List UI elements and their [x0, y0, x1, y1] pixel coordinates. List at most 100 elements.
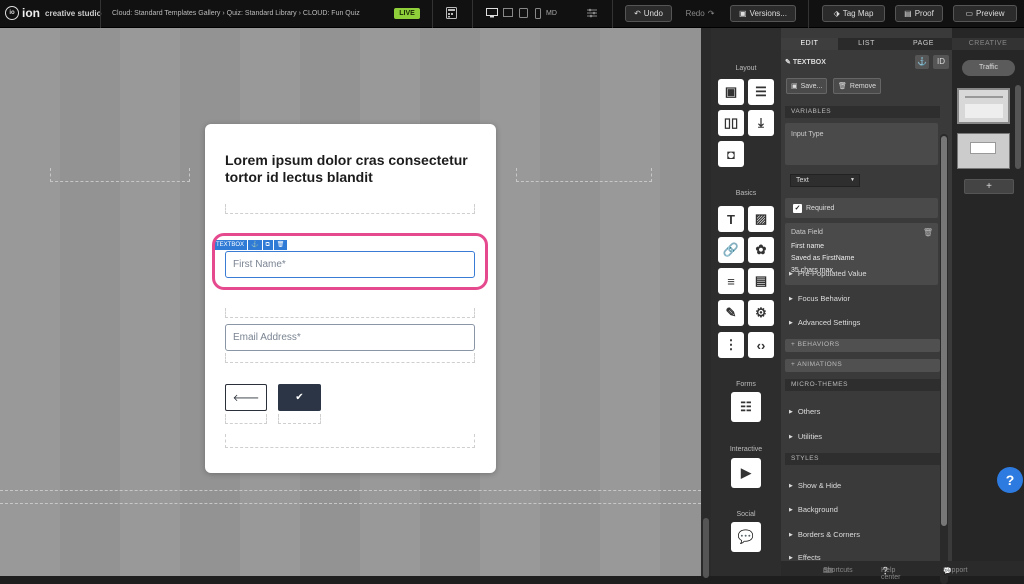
image-icon[interactable]: ▨: [748, 206, 774, 232]
micro-themes-others-row[interactable]: Others: [789, 407, 821, 416]
behaviors-button[interactable]: + BEHAVIORS: [785, 339, 940, 352]
drop-zone[interactable]: [225, 414, 267, 424]
traffic-button[interactable]: Traffic: [962, 60, 1015, 76]
properties-scrollbar[interactable]: [940, 134, 948, 584]
shapes-icon[interactable]: ✿: [748, 237, 774, 263]
desktop-icon[interactable]: [486, 8, 498, 20]
layout-download-icon[interactable]: ⤓: [748, 110, 774, 136]
breadcrumb[interactable]: Cloud: Standard Templates Gallery › Quiz…: [112, 10, 360, 17]
submit-button[interactable]: ✔: [278, 384, 321, 411]
divider: [100, 0, 101, 28]
top-bar: io ion creative studio Cloud: Standard T…: [0, 0, 1024, 28]
support-label: Support: [943, 567, 968, 574]
drop-zone-right[interactable]: [516, 168, 652, 182]
required-checkbox[interactable]: ✓: [793, 204, 802, 213]
animations-button[interactable]: + ANIMATIONS: [785, 359, 940, 372]
micro-themes-header[interactable]: MICRO-THEMES: [785, 379, 940, 391]
creative-header[interactable]: CREATIVE: [952, 38, 1024, 50]
data-field-saved-as: Saved as FirstName: [791, 255, 855, 262]
sliders-icon[interactable]: [587, 8, 597, 20]
advanced-settings-row[interactable]: Advanced Settings: [789, 318, 861, 327]
show-hide-row[interactable]: Show & Hide: [789, 481, 841, 490]
anchor-icon: ⚓: [917, 57, 927, 66]
micro-themes-utilities-row[interactable]: Utilities: [789, 432, 822, 441]
app-logo[interactable]: io ion creative studio: [5, 6, 101, 20]
id-button[interactable]: ID: [933, 55, 949, 69]
spacer-icon[interactable]: ⋮: [718, 332, 744, 358]
background-row[interactable]: Background: [789, 505, 838, 514]
video-play-icon[interactable]: ▶: [731, 458, 761, 488]
remove-button[interactable]: 🗑 Remove: [833, 78, 881, 94]
layout-rows-icon[interactable]: ☰: [748, 79, 774, 105]
layout-responsive-icon[interactable]: ▣: [718, 79, 744, 105]
toolbox-basics-heading[interactable]: Basics: [711, 190, 781, 197]
divider: [808, 0, 809, 28]
chat-icon[interactable]: 💬: [731, 522, 761, 552]
drop-zone[interactable]: [225, 204, 475, 214]
trash-icon[interactable]: 🗑: [923, 228, 933, 237]
save-button[interactable]: ▣ Save...: [786, 78, 828, 94]
undo-button[interactable]: ↶ Undo: [625, 5, 672, 22]
drop-zone[interactable]: [225, 434, 475, 448]
device-size-label[interactable]: MD: [546, 10, 557, 17]
calculator-icon[interactable]: [446, 7, 457, 21]
focus-behavior-row[interactable]: Focus Behavior: [789, 294, 850, 303]
list-icon[interactable]: ≡: [718, 268, 744, 294]
toolbox-interactive-heading[interactable]: Interactive: [711, 446, 781, 453]
tablet-icon[interactable]: [519, 8, 528, 20]
versions-icon: ▣: [739, 9, 747, 18]
drop-zone[interactable]: [225, 308, 475, 318]
help-button[interactable]: ?: [997, 467, 1023, 493]
canvas-scrollbar[interactable]: [701, 28, 711, 578]
embed-icon[interactable]: ✎: [718, 300, 744, 326]
app-name: ion: [22, 6, 40, 20]
settings-icon[interactable]: ⚙: [748, 300, 774, 326]
creative-scrollbar[interactable]: [1015, 85, 1021, 169]
preview-button[interactable]: ▭ Preview: [953, 5, 1017, 22]
toolbox-forms-heading[interactable]: Forms: [711, 381, 781, 388]
add-page-button[interactable]: +: [964, 179, 1014, 194]
email-field[interactable]: Email Address*: [225, 324, 475, 351]
menu-icon[interactable]: ▤: [748, 268, 774, 294]
prepopulated-value-row[interactable]: Pre-Populated Value: [789, 269, 867, 278]
redo-button[interactable]: Redo ↷: [676, 5, 724, 22]
text-icon[interactable]: T: [718, 206, 744, 232]
element-type-title: ✎ TEXTBOX: [785, 58, 826, 66]
scrollbar-thumb[interactable]: [703, 518, 709, 578]
drop-zone-left[interactable]: [50, 168, 190, 182]
effects-row[interactable]: Effects: [789, 554, 821, 560]
undo-icon: ↶: [634, 9, 641, 18]
phone-icon[interactable]: [535, 8, 541, 21]
layout-columns-icon[interactable]: ▯▯: [718, 110, 744, 136]
laptop-icon[interactable]: [503, 8, 513, 20]
drop-zone[interactable]: [278, 414, 321, 424]
page-heading[interactable]: Lorem ipsum dolor cras consectetur torto…: [225, 152, 480, 186]
layout-frame-icon[interactable]: ◘: [718, 141, 744, 167]
variables-header[interactable]: VARIABLES: [785, 106, 940, 118]
drop-zone[interactable]: [225, 353, 475, 363]
page-thumbnail-2[interactable]: [957, 133, 1010, 169]
tab-page[interactable]: PAGE: [895, 38, 952, 50]
live-badge: LIVE: [394, 8, 420, 19]
properties-panel: EDIT LIST PAGE ✎ TEXTBOX ⚓ ID ▣ Save... 🗑…: [781, 28, 952, 584]
toolbox-layout-heading[interactable]: Layout: [711, 65, 781, 72]
versions-button[interactable]: ▣ Versions...: [730, 5, 796, 22]
tab-list[interactable]: LIST: [838, 38, 895, 50]
drop-zone-bottom[interactable]: [0, 490, 701, 504]
styles-header[interactable]: STYLES: [785, 453, 940, 465]
save-icon: ▣: [791, 83, 798, 90]
toolbox-social-heading[interactable]: Social: [711, 511, 781, 518]
borders-corners-row[interactable]: Borders & Corners: [789, 530, 860, 539]
bottom-bar: ⌨ Shortcuts ❔ Help center 💬 Support: [781, 561, 1024, 581]
page-thumbnail-1[interactable]: [957, 88, 1010, 124]
anchor-button[interactable]: ⚓: [915, 55, 929, 69]
back-button[interactable]: 🡐: [225, 384, 267, 411]
tab-edit[interactable]: EDIT: [781, 38, 838, 50]
proof-button[interactable]: ▤ Proof: [895, 5, 943, 22]
scrollbar-thumb[interactable]: [941, 136, 947, 526]
tag-map-button[interactable]: ⬗ Tag Map: [822, 5, 885, 22]
form-icon[interactable]: ☷: [731, 392, 761, 422]
link-icon[interactable]: 🔗: [718, 237, 744, 263]
input-type-select[interactable]: Text ▼: [790, 174, 860, 187]
code-icon[interactable]: ‹›: [748, 332, 774, 358]
